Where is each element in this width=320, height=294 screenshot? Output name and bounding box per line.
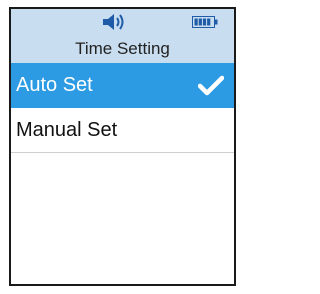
battery-icon: [192, 16, 218, 28]
menu-item-manual-set[interactable]: Manual Set: [11, 108, 234, 153]
check-icon: [198, 75, 224, 96]
device-screen: Time Setting Auto Set Manual Set: [9, 7, 236, 286]
menu-item-auto-set[interactable]: Auto Set: [11, 63, 234, 108]
menu-item-label: Manual Set: [16, 119, 118, 141]
page-title: Time Setting: [11, 35, 234, 63]
speaker-icon: [103, 14, 124, 30]
status-bar: [11, 9, 234, 35]
menu-item-label: Auto Set: [16, 74, 93, 96]
